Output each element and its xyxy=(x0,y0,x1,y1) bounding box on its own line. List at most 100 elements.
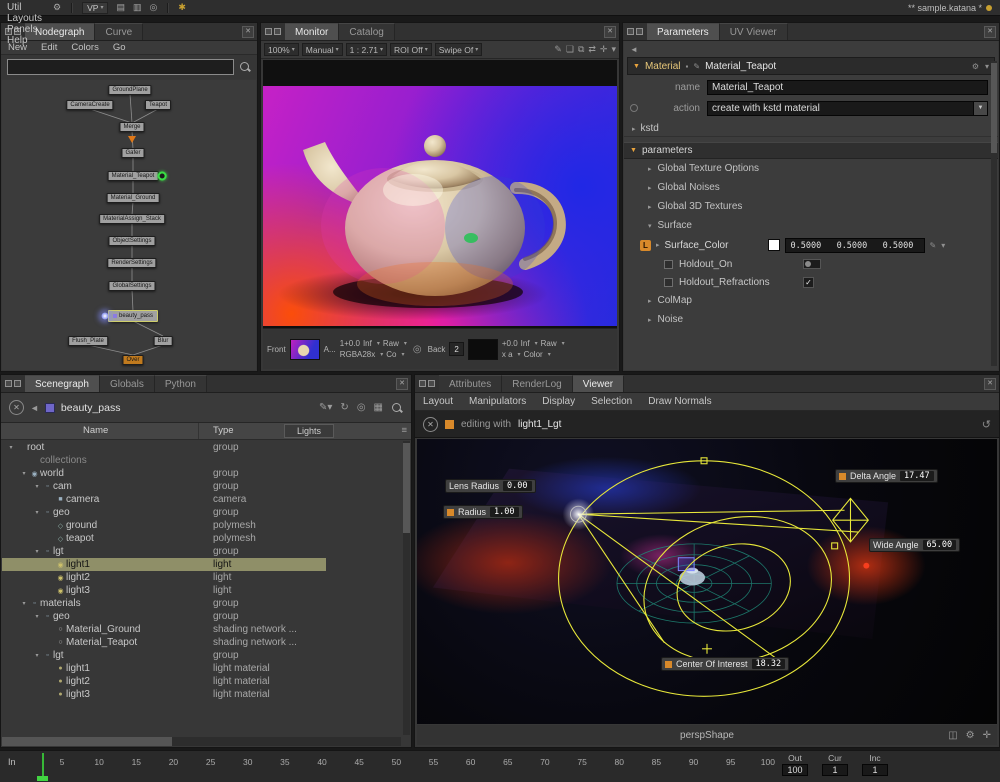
dropdown-icon[interactable]: ▾ xyxy=(941,241,945,250)
crosshair-icon[interactable]: ✛ xyxy=(600,44,608,55)
tab-globals[interactable]: Globals xyxy=(100,375,155,392)
node-merge[interactable]: Merge xyxy=(119,122,144,132)
tab-renderlog[interactable]: RenderLog xyxy=(502,375,572,392)
collapse-triangle-icon[interactable]: ▼ xyxy=(633,63,640,70)
working-set-label[interactable]: beauty_pass xyxy=(61,402,121,414)
close-panel-icon[interactable]: ✕ xyxy=(242,26,254,38)
front-thumbnail[interactable] xyxy=(290,339,320,360)
liveupdate-icon[interactable]: ◎ xyxy=(357,402,366,413)
front-colorspace[interactable]: Co xyxy=(386,350,396,359)
scenegraph-row-cam[interactable]: ▾▫camgroup xyxy=(2,480,402,493)
scenegraph-row-material-teapot[interactable]: ○Material_Teapotshading network ... xyxy=(2,636,402,649)
param-group-surface[interactable]: ▾Surface xyxy=(624,216,998,235)
column-type[interactable]: Type xyxy=(213,425,234,436)
action-state-icon[interactable] xyxy=(630,104,638,112)
power-icon[interactable]: ◎ xyxy=(150,2,158,13)
pane-menu-icon[interactable] xyxy=(627,28,634,35)
swap-icon[interactable]: ⇄ xyxy=(588,44,596,55)
grid-icon[interactable]: ▦ xyxy=(374,402,383,413)
more-icon[interactable]: ▾ xyxy=(611,44,616,55)
pane-split-icon[interactable] xyxy=(14,380,21,387)
monitor-dropdown-100[interactable]: 100%▾ xyxy=(264,43,299,56)
layout-icon[interactable]: ▥ xyxy=(133,2,142,13)
color-swatch[interactable] xyxy=(768,239,780,251)
kstd-group-row[interactable]: ▸kstd xyxy=(624,121,998,137)
expander-icon[interactable]: ▸ xyxy=(648,203,652,211)
out-field[interactable]: 100 xyxy=(782,764,808,776)
node-gafer[interactable]: Gafer xyxy=(121,148,144,158)
node-rendersettings[interactable]: RenderSettings xyxy=(107,258,156,268)
node-menu-icon[interactable]: ▾ xyxy=(985,62,989,71)
back-slot-number[interactable]: 2 xyxy=(449,342,463,356)
back-exposure[interactable]: +0.0 xyxy=(502,339,518,348)
param-group-global-texture-options[interactable]: ▸Global Texture Options xyxy=(624,159,998,178)
timeline[interactable]: In 5101520253035404550556065707580859095… xyxy=(0,750,1000,782)
expander-icon[interactable]: ▸ xyxy=(648,297,652,305)
tab-curve[interactable]: Curve xyxy=(95,23,143,40)
crosshair-icon[interactable]: ✛ xyxy=(983,730,991,741)
hud-wide-angle[interactable]: Wide Angle65.00 xyxy=(869,538,960,552)
front-slot[interactable]: A... xyxy=(324,345,336,354)
annotate-icon[interactable]: ✎ xyxy=(554,44,562,55)
expander-icon[interactable]: ▾ xyxy=(19,470,29,477)
node-material-teapot[interactable]: Material_Teapot xyxy=(108,171,159,181)
back-colorspace[interactable]: Color xyxy=(524,350,543,359)
tab-catalog[interactable]: Catalog xyxy=(339,23,394,40)
scenegraph-row-light3[interactable]: ◉light3light xyxy=(2,584,402,597)
viewer-menu-layout[interactable]: Layout xyxy=(415,396,461,407)
back-arrow-icon[interactable]: ◄ xyxy=(30,403,39,413)
column-options-icon[interactable]: ≡ xyxy=(401,425,407,436)
back-inf[interactable]: Inf xyxy=(521,339,530,348)
node-beauty-pass[interactable]: beauty_pass xyxy=(108,310,158,322)
node-materialassign-stack[interactable]: MaterialAssign_Stack xyxy=(99,214,165,224)
notification-icon[interactable] xyxy=(986,5,992,11)
name-input[interactable] xyxy=(707,80,988,95)
reset-icon[interactable]: ↺ xyxy=(982,418,991,431)
expander-icon[interactable]: ▸ xyxy=(656,241,660,249)
param-group-global-noises[interactable]: ▸Global Noises xyxy=(624,178,998,197)
monitor-viewport[interactable] xyxy=(263,60,617,328)
front-channels[interactable]: RGBA28x xyxy=(340,350,376,359)
sync-icon[interactable]: ↻ xyxy=(340,402,348,413)
param-group-noise[interactable]: ▸Noise xyxy=(624,310,998,329)
stop-editing-icon[interactable]: ✕ xyxy=(423,417,438,432)
node-teapot[interactable]: Teapot xyxy=(145,100,171,110)
expander-icon[interactable]: ▾ xyxy=(32,509,42,516)
pane-menu-icon[interactable] xyxy=(265,28,272,35)
tab-attributes[interactable]: Attributes xyxy=(439,375,502,392)
local-override-badge[interactable]: L xyxy=(640,240,651,251)
scenegraph-row-camera[interactable]: ■cameracamera xyxy=(2,493,402,506)
tab-viewer[interactable]: Viewer xyxy=(573,375,624,392)
tab-parameters[interactable]: Parameters xyxy=(647,23,720,40)
scenegraph-row-light1[interactable]: ●light1light material xyxy=(2,662,402,675)
expander-icon[interactable]: ▾ xyxy=(19,600,29,607)
action-dropdown[interactable]: create with kstd material▼ xyxy=(707,101,988,116)
menubar-item-help[interactable]: Help xyxy=(0,35,49,46)
pane-split-icon[interactable] xyxy=(274,28,281,35)
scenegraph-row-light1[interactable]: ◉light1light xyxy=(2,558,402,571)
tab-monitor[interactable]: Monitor xyxy=(285,23,339,40)
pane-menu-icon[interactable] xyxy=(419,380,426,387)
front-exposure[interactable]: 1+0.0 xyxy=(340,339,360,348)
viewer-viewport[interactable]: Lens Radius0.00Radius1.00Delta Angle17.4… xyxy=(417,439,997,724)
comment-icon[interactable]: ❏ xyxy=(566,44,574,55)
close-panel-icon[interactable]: ✕ xyxy=(984,26,996,38)
tab-uv-viewer[interactable]: UV Viewer xyxy=(720,23,788,40)
vertical-scrollbar[interactable] xyxy=(403,441,410,735)
edit-icon[interactable]: ✎ xyxy=(693,62,700,71)
node-cameracreate[interactable]: CameraCreate xyxy=(66,100,113,110)
layers-icon[interactable]: ⧉ xyxy=(578,44,584,55)
hud-lens-radius[interactable]: Lens Radius0.00 xyxy=(445,479,536,493)
snapshot-icon[interactable]: ▤ xyxy=(116,2,125,13)
node-over[interactable]: Over xyxy=(122,355,143,365)
expander-icon[interactable]: ▾ xyxy=(32,652,42,659)
viewer-menu-display[interactable]: Display xyxy=(534,396,583,407)
inc-field[interactable]: 1 xyxy=(862,764,888,776)
front-inf[interactable]: Inf xyxy=(363,339,372,348)
tab-python[interactable]: Python xyxy=(155,375,207,392)
expander-icon[interactable]: ▸ xyxy=(632,125,636,133)
node-globalsettings[interactable]: GlobalSettings xyxy=(108,281,155,291)
camera-name-label[interactable]: perspShape xyxy=(680,730,734,741)
monitor-dropdown-roi-off[interactable]: ROI Off▾ xyxy=(390,43,432,56)
scenegraph-row-light2[interactable]: ●light2light material xyxy=(2,675,402,688)
